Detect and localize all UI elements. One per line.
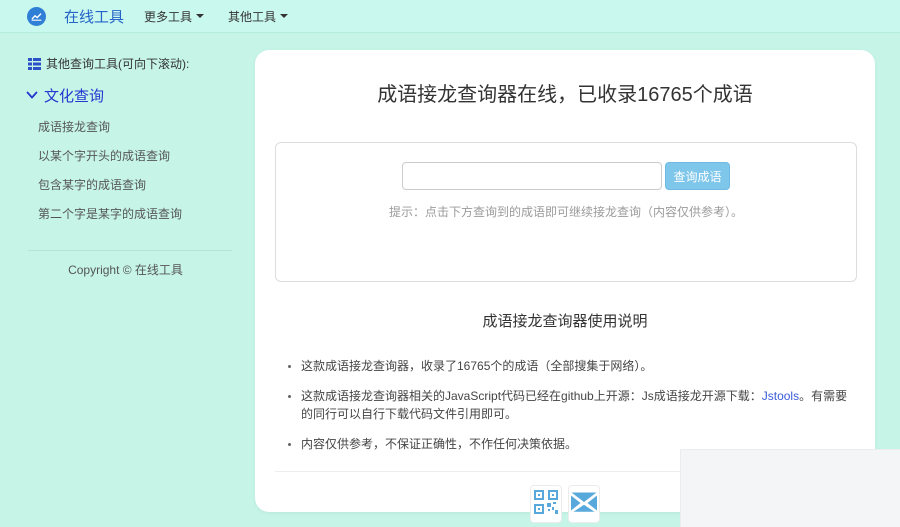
caret-down-icon <box>196 14 204 18</box>
instructions-list: 这款成语接龙查询器，收录了16765个的成语（全部搜集于网络）。 这款成语接龙查… <box>301 357 853 453</box>
top-navbar: 在线工具 更多工具 其他工具 <box>0 0 900 33</box>
query-hint-text: 提示：点击下方查询到的成语即可继续接龙查询（内容仅供参考）。 <box>276 203 856 220</box>
nav-menu-other-tools-label: 其他工具 <box>228 8 276 25</box>
chevron-down-icon <box>26 91 38 100</box>
sidebar-category-label: 文化查询 <box>44 85 104 106</box>
jstools-link[interactable]: Jstools <box>762 389 799 403</box>
instruction-text: 这款成语接龙查询器相关的JavaScript代码已经在github上开源：Js成… <box>301 389 762 403</box>
query-idiom-button[interactable]: 查询成语 <box>665 162 729 190</box>
nav-menu-more-tools[interactable]: 更多工具 <box>144 8 204 25</box>
qrcode-share-button[interactable] <box>530 485 562 523</box>
sidebar-item-idiom-chain-query[interactable]: 成语接龙查询 <box>38 118 255 135</box>
page-title: 成语接龙查询器在线，已收录16765个成语 <box>255 78 875 107</box>
sidebar-header: 其他查询工具(可向下滚动): <box>28 55 255 72</box>
instruction-text: 这款成语接龙查询器，收录了16765个的成语（全部搜集于网络）。 <box>301 359 652 373</box>
sidebar-item-idiom-starting-with[interactable]: 以某个字开头的成语查询 <box>38 147 255 164</box>
query-row: 查询成语 <box>276 162 856 190</box>
instructions-heading: 成语接龙查询器使用说明 <box>255 310 875 331</box>
email-share-button[interactable] <box>568 485 600 523</box>
sidebar-item-idiom-second-char[interactable]: 第二个字是某字的成语查询 <box>38 205 255 222</box>
instruction-text: 内容仅供参考，不保证正确性，不作任何决策依据。 <box>301 437 577 451</box>
list-grid-icon <box>28 58 41 70</box>
bottom-right-overlay-panel <box>680 449 900 527</box>
query-panel: 查询成语 提示：点击下方查询到的成语即可继续接龙查询（内容仅供参考）。 <box>275 142 857 282</box>
nav-menu-more-tools-label: 更多工具 <box>144 8 192 25</box>
page-content: 其他查询工具(可向下滚动): 文化查询 成语接龙查询 以某个字开头的成语查询 包… <box>0 33 900 512</box>
sidebar: 其他查询工具(可向下滚动): 文化查询 成语接龙查询 以某个字开头的成语查询 包… <box>0 33 255 278</box>
sidebar-item-idiom-containing[interactable]: 包含某字的成语查询 <box>38 176 255 193</box>
brand-link[interactable]: 在线工具 <box>64 6 124 27</box>
caret-down-icon <box>280 14 288 18</box>
instruction-item: 这款成语接龙查询器，收录了16765个的成语（全部搜集于网络）。 <box>301 357 853 376</box>
site-logo-icon[interactable] <box>27 7 46 26</box>
sidebar-divider <box>28 250 232 251</box>
sidebar-header-label: 其他查询工具(可向下滚动): <box>46 55 189 72</box>
email-icon <box>571 492 597 517</box>
nav-menu-other-tools[interactable]: 其他工具 <box>228 8 288 25</box>
sidebar-category-culture-query[interactable]: 文化查询 <box>26 85 255 106</box>
instruction-item: 这款成语接龙查询器相关的JavaScript代码已经在github上开源：Js成… <box>301 387 853 424</box>
copyright-text: Copyright © 在线工具 <box>0 261 255 278</box>
idiom-search-input[interactable] <box>402 162 662 190</box>
main-card: 成语接龙查询器在线，已收录16765个成语 查询成语 提示：点击下方查询到的成语… <box>255 50 875 512</box>
qrcode-icon <box>534 490 558 519</box>
